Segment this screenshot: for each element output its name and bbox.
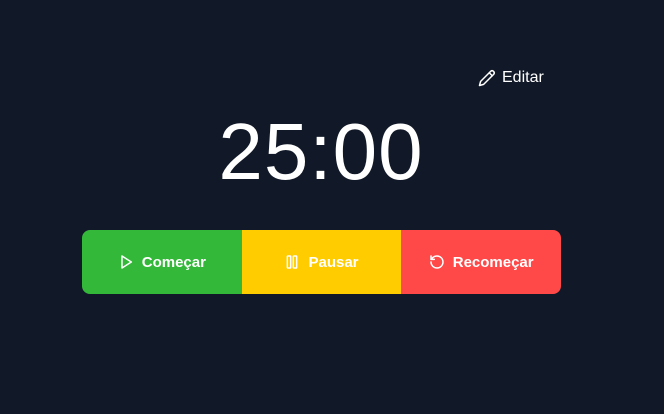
start-button[interactable]: Começar [82, 230, 242, 294]
start-label: Começar [141, 253, 206, 271]
edit-button[interactable]: Editar [478, 66, 544, 90]
timer-display: 25:00 [218, 107, 424, 196]
restart-button[interactable]: Recomeçar [401, 230, 561, 294]
pause-label: Pausar [308, 253, 359, 271]
restart-icon [429, 254, 445, 270]
timer-controls: Começar Pausar Recomeçar [82, 230, 561, 294]
edit-label: Editar [502, 69, 544, 86]
pause-button[interactable]: Pausar [241, 230, 402, 294]
pause-icon [284, 254, 300, 270]
pomodoro-app: Editar 25:00 Começar Pausar Recomeçar [0, 0, 664, 414]
pencil-icon [478, 69, 496, 87]
restart-label: Recomeçar [452, 253, 534, 271]
play-icon [118, 254, 134, 270]
